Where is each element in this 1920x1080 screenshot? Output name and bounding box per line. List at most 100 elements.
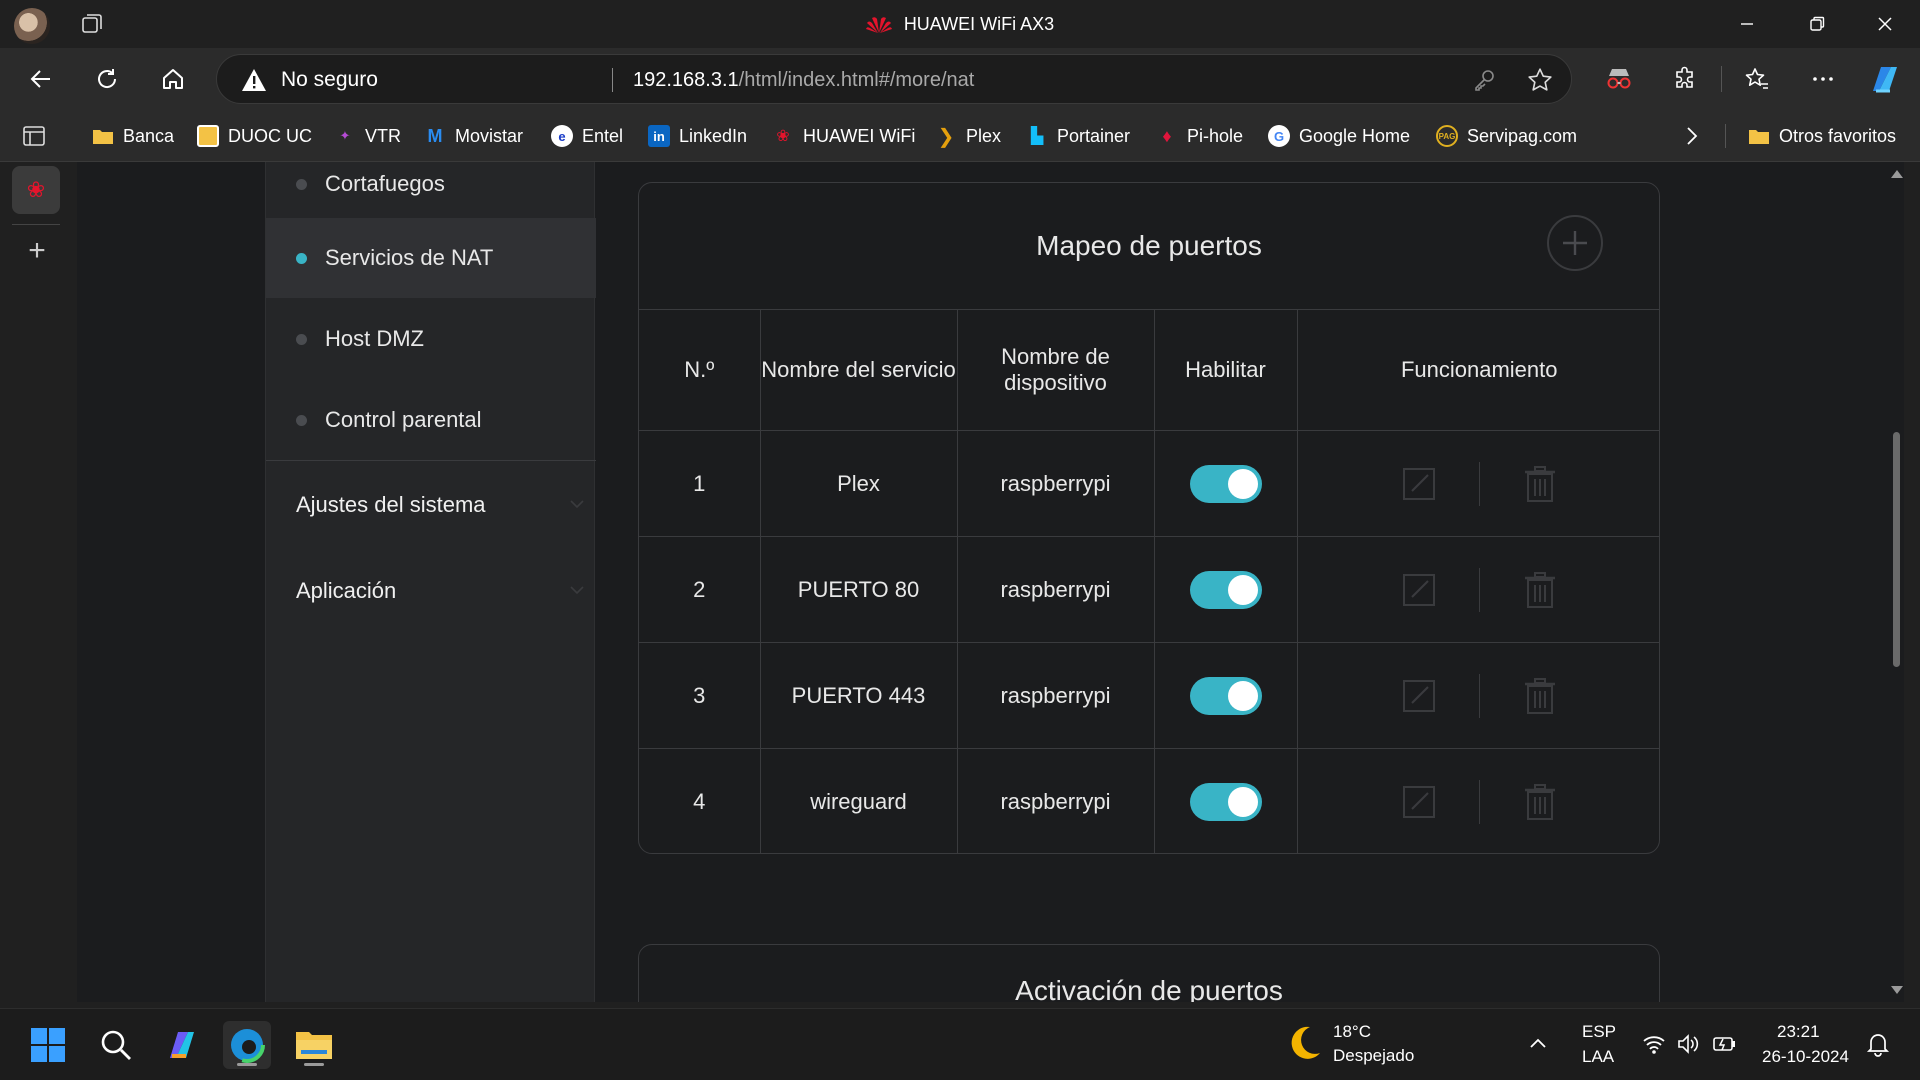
delete-icon[interactable] [1508, 460, 1572, 508]
favorite-star-icon[interactable] [1527, 67, 1553, 98]
section-label: Aplicación [296, 578, 397, 603]
favorites-icon[interactable] [1736, 58, 1778, 100]
row-actions [1298, 778, 1660, 826]
menu-item-host-dmz[interactable]: Host DMZ [266, 299, 596, 379]
reload-button[interactable] [86, 58, 128, 100]
address-bar[interactable]: No seguro 192.168.3.1/html/index.html#/m… [216, 54, 1572, 104]
close-button[interactable] [1850, 0, 1920, 48]
browser-sidebar: ❀ + [0, 162, 76, 1007]
home-button[interactable] [152, 58, 194, 100]
sidebar-toggle-icon[interactable] [22, 124, 46, 153]
menu-item-cortafuegos[interactable]: Cortafuegos [266, 162, 596, 224]
edit-icon[interactable] [1387, 460, 1451, 508]
menu-item-control-parental[interactable]: Control parental [266, 380, 596, 460]
bookmark-label: Plex [966, 125, 1002, 146]
linkedin-icon: in [648, 125, 670, 147]
copilot-icon [170, 1032, 194, 1058]
bookmark-portainer[interactable]: ▙ Portainer [1026, 110, 1130, 162]
weather-widget[interactable] [1284, 1023, 1324, 1068]
router-settings-menu: Cortafuegos Servicios de NAT Host DMZ Co… [265, 162, 596, 1002]
start-button[interactable] [24, 1021, 72, 1069]
enable-toggle[interactable] [1189, 570, 1262, 609]
google-icon: G [1268, 125, 1290, 147]
volume-icon[interactable] [1676, 1033, 1700, 1060]
clock-time[interactable]: 23:21 [1777, 1022, 1820, 1042]
bookmark-label: Banca [123, 125, 175, 146]
url-text[interactable]: 192.168.3.1/html/index.html#/more/nat [633, 55, 974, 105]
bookmark-vtr[interactable]: ✦ VTR [334, 110, 401, 162]
menu-item-servicios-nat[interactable]: Servicios de NAT [266, 218, 596, 298]
copilot-taskbar-button[interactable] [158, 1021, 206, 1069]
enable-toggle[interactable] [1189, 782, 1262, 821]
chevron-right-icon[interactable] [1682, 124, 1702, 153]
wifi-icon[interactable] [1642, 1033, 1666, 1060]
enable-toggle[interactable] [1189, 676, 1262, 715]
delete-icon[interactable] [1508, 672, 1572, 720]
scroll-up-icon[interactable] [1891, 170, 1903, 178]
toggle-knob [1227, 680, 1258, 711]
restore-button[interactable] [1782, 0, 1852, 48]
action-divider [1478, 673, 1480, 718]
edge-taskbar-button[interactable] [223, 1021, 271, 1069]
delete-icon[interactable] [1508, 778, 1572, 826]
cell-operation [1297, 642, 1660, 749]
menu-label: Servicios de NAT [325, 245, 494, 270]
edit-icon[interactable] [1387, 672, 1451, 720]
minimize-button[interactable] [1712, 0, 1782, 48]
row-actions [1298, 672, 1660, 720]
battery-icon[interactable] [1712, 1033, 1738, 1060]
edit-icon[interactable] [1387, 566, 1451, 614]
bookmark-huawei[interactable]: ❀ HUAWEI WiFi [772, 110, 915, 162]
delete-icon[interactable] [1508, 566, 1572, 614]
add-sidebar-app-icon[interactable]: + [22, 234, 52, 267]
more-options-icon[interactable] [1802, 58, 1844, 100]
bookmark-label: Movistar [455, 125, 524, 146]
url-host: 192.168.3.1 [633, 69, 739, 91]
bookmark-linkedin[interactable]: in LinkedIn [648, 110, 747, 162]
column-header-enable: Habilitar [1154, 309, 1298, 431]
cell-enable [1154, 430, 1298, 537]
page-scrollbar[interactable] [1888, 162, 1904, 1002]
bookmark-duoc[interactable]: DUOC UC [197, 110, 312, 162]
enable-toggle[interactable] [1189, 464, 1262, 503]
add-rule-button[interactable] [1547, 215, 1603, 271]
menu-section-aplicacion[interactable]: Aplicación [296, 561, 586, 621]
cell-number: 3 [639, 642, 761, 749]
url-path: /html/index.html#/more/nat [738, 69, 975, 91]
scroll-down-icon[interactable] [1891, 986, 1903, 994]
file-explorer-button[interactable] [290, 1021, 338, 1069]
menu-section-ajustes-sistema[interactable]: Ajustes del sistema [296, 475, 586, 535]
notification-bell-icon[interactable] [1866, 1031, 1890, 1062]
window-title: HUAWEI WiFi AX3 [0, 0, 1920, 48]
bookmark-banca[interactable]: Banca [92, 110, 174, 162]
warning-icon[interactable] [241, 68, 267, 97]
back-button[interactable] [20, 58, 62, 100]
clock-date[interactable]: 26-10-2024 [1762, 1047, 1849, 1067]
incognito-extension-icon[interactable] [1598, 58, 1640, 100]
bookmark-movistar[interactable]: M Movistar [424, 110, 524, 162]
chevron-up-icon[interactable] [1528, 1035, 1548, 1056]
huawei-sidebar-app[interactable]: ❀ [12, 166, 60, 214]
vtr-icon: ✦ [339, 128, 351, 143]
bookmark-other-favorites[interactable]: Otros favoritos [1748, 110, 1896, 162]
bookmark-pihole[interactable]: ♦ Pi-hole [1156, 110, 1243, 162]
bookmark-google-home[interactable]: G Google Home [1268, 110, 1410, 162]
menu-dot [296, 252, 307, 264]
cell-enable [1154, 536, 1298, 643]
extensions-icon[interactable] [1664, 58, 1706, 100]
port-mapping-table: N.º Nombre del servicio Nombre de dispos… [639, 309, 1660, 853]
language-code[interactable]: ESP [1582, 1022, 1616, 1042]
search-button[interactable] [92, 1021, 140, 1069]
password-key-icon[interactable] [1473, 68, 1497, 97]
bookmark-label: VTR [365, 125, 401, 146]
scrollbar-thumb[interactable] [1893, 432, 1900, 667]
bookmark-entel[interactable]: e Entel [551, 110, 623, 162]
security-status[interactable]: No seguro [281, 55, 378, 105]
menu-dot [296, 414, 307, 426]
keyboard-layout[interactable]: LAA [1582, 1047, 1614, 1067]
servipag-icon: PAG [1436, 125, 1458, 147]
bookmark-servipag[interactable]: PAG Servipag.com [1436, 110, 1577, 162]
copilot-icon[interactable] [1864, 58, 1906, 100]
bookmark-plex[interactable]: ❯ Plex [935, 110, 1001, 162]
edit-icon[interactable] [1387, 778, 1451, 826]
